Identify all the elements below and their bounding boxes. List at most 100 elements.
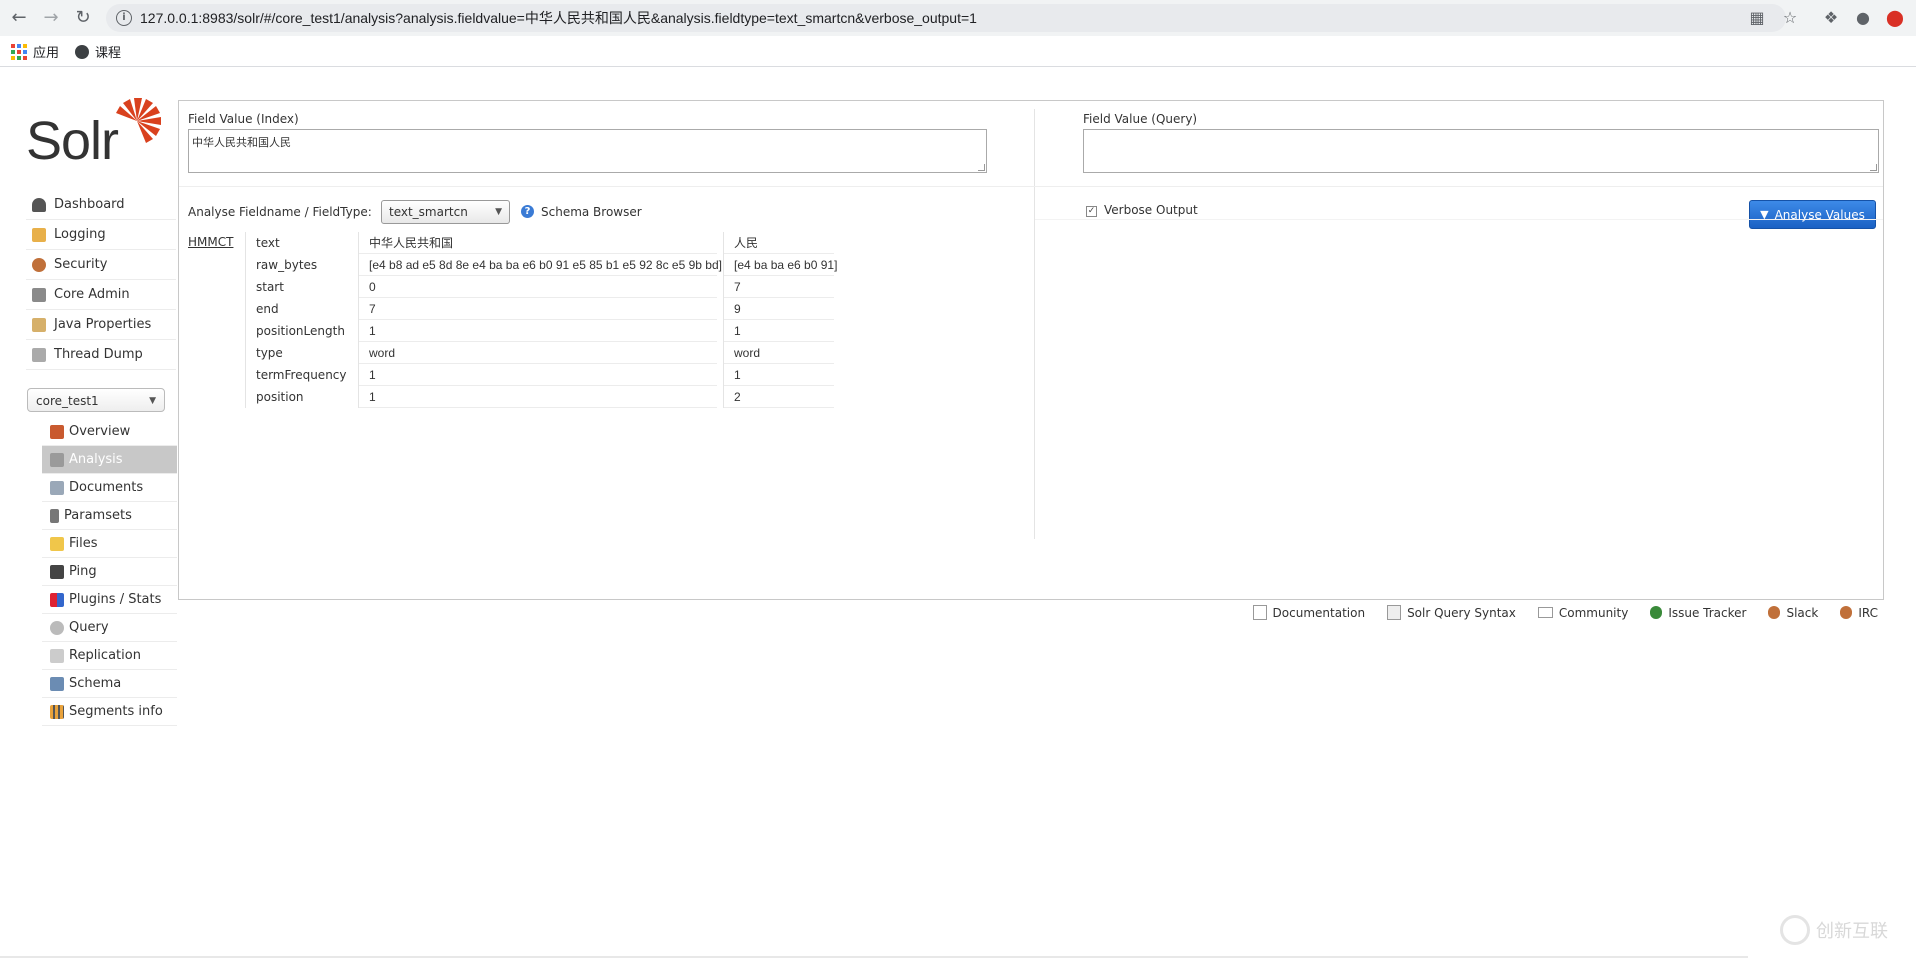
core-menu-schema[interactable]: Schema (42, 670, 177, 698)
core-menu-label: Paramsets (64, 508, 132, 523)
token-cell: 中华人民共和国 (359, 232, 717, 254)
home-icon (50, 424, 64, 439)
funnel-icon (50, 452, 64, 467)
watermark: 创新互联 (1780, 915, 1888, 945)
page-bottom-border (0, 956, 1748, 958)
core-menu-label: Plugins / Stats (69, 592, 162, 607)
schema-browser-link[interactable]: Schema Browser (541, 205, 642, 219)
star-icon[interactable]: ☆ (1781, 9, 1799, 27)
translate-icon[interactable]: ▦ (1748, 9, 1766, 27)
globe-icon (75, 44, 89, 59)
menu-item-security[interactable]: Security (26, 250, 176, 280)
replication-icon (50, 648, 64, 663)
site-info-icon[interactable]: i (116, 10, 132, 26)
help-icon[interactable]: ? (521, 205, 534, 218)
core-selector[interactable]: core_test1 ▼ (27, 388, 165, 412)
url-text: 127.0.0.1:8983/solr/#/core_test1/analysi… (140, 10, 977, 26)
core-admin-icon (32, 287, 46, 302)
footer-link-irc[interactable]: IRC (1840, 605, 1878, 620)
token-cell: 1 (724, 320, 834, 342)
attr-name: end (256, 302, 279, 316)
core-menu-label: Replication (69, 648, 141, 663)
dashboard-icon (32, 197, 46, 212)
separator (179, 186, 1883, 187)
attr-name: start (256, 280, 284, 294)
core-menu-overview[interactable]: Overview (42, 418, 177, 446)
community-icon (1537, 607, 1553, 618)
footer-link-label: Solr Query Syntax (1407, 605, 1516, 620)
documentation-icon (1252, 605, 1267, 620)
menu-item-label: Security (54, 257, 108, 272)
core-menu-plugins[interactable]: Plugins / Stats (42, 586, 177, 614)
attr-name: termFrequency (256, 368, 347, 382)
menu-item-core-admin[interactable]: Core Admin (26, 280, 176, 310)
irc-icon (1840, 606, 1853, 619)
bookmark-apps[interactable]: 应用 (11, 42, 59, 61)
query-syntax-icon (1387, 605, 1402, 620)
menu-item-logging[interactable]: Logging (26, 220, 176, 250)
menu-item-dashboard[interactable]: Dashboard (26, 190, 176, 220)
core-menu-label: Overview (69, 424, 131, 439)
browser-toolbar: ← → ↻ i 127.0.0.1:8983/solr/#/core_test1… (0, 0, 1916, 36)
index-field-label: Field Value (Index) (188, 112, 299, 126)
bookmark-course[interactable]: 课程 (75, 42, 121, 61)
core-menu-files[interactable]: Files (42, 530, 177, 558)
footer-link-slack[interactable]: Slack (1768, 605, 1818, 620)
footer-link-label: Community (1558, 605, 1629, 620)
analyse-values-button[interactable]: ▼ Analyse Values (1749, 200, 1876, 229)
verbose-output-checkbox[interactable]: ✓ (1086, 206, 1097, 217)
thread-dump-icon (32, 347, 46, 362)
footer-link-label: IRC (1858, 605, 1878, 620)
query-value-textarea[interactable] (1083, 129, 1879, 173)
token-cell: word (359, 342, 717, 364)
attr-name: positionLength (256, 324, 345, 338)
core-menu-analysis[interactable]: Analysis (42, 446, 177, 474)
footer-link-community[interactable]: Community (1537, 605, 1629, 620)
core-menu-label: Schema (69, 676, 122, 691)
menu-item-thread-dump[interactable]: Thread Dump (26, 340, 176, 370)
footer-link-issue-tracker[interactable]: Issue Tracker (1650, 605, 1746, 620)
index-value-textarea[interactable]: 中华人民共和国人民 (188, 129, 987, 173)
core-menu-query[interactable]: Query (42, 614, 177, 642)
fieldtype-select-value: text_smartcn (389, 205, 468, 219)
separator (1035, 219, 1883, 220)
core-menu-segments[interactable]: Segments info (42, 698, 177, 726)
menu-item-label: Core Admin (54, 287, 130, 302)
core-menu-label: Analysis (69, 452, 123, 467)
token-cell: 1 (724, 364, 834, 386)
fieldtype-label: Analyse Fieldname / FieldType: (188, 205, 372, 219)
core-selector-value: core_test1 (36, 394, 99, 408)
extensions-icon[interactable]: ❖ (1822, 9, 1840, 27)
watermark-logo-icon (1780, 915, 1810, 945)
update-alert-icon[interactable]: ⬤ (1886, 9, 1904, 27)
attr-name: text (256, 236, 280, 250)
token-cell: 7 (359, 298, 717, 320)
solr-logo[interactable]: Solr (26, 96, 161, 171)
core-menu-ping[interactable]: Ping (42, 558, 177, 586)
core-menu-label: Ping (69, 564, 97, 579)
chevron-down-icon: ▼ (149, 396, 156, 406)
bookmarks-bar: 应用 课程 (0, 36, 1916, 67)
token-cell: word (724, 342, 834, 364)
forward-arrow-icon[interactable]: → (40, 7, 62, 29)
java-properties-icon (32, 317, 46, 332)
reload-icon[interactable]: ↻ (72, 7, 94, 29)
address-bar[interactable]: i 127.0.0.1:8983/solr/#/core_test1/analy… (106, 4, 1786, 32)
menu-item-label: Thread Dump (54, 347, 143, 362)
query-field-label: Field Value (Query) (1083, 112, 1198, 126)
menu-item-java-properties[interactable]: Java Properties (26, 310, 176, 340)
profile-icon[interactable]: ● (1854, 9, 1872, 27)
footer-link-documentation[interactable]: Documentation (1252, 605, 1365, 620)
tokenizer-name[interactable]: HMMCT (188, 235, 233, 249)
folder-icon (50, 536, 64, 551)
core-menu-paramsets[interactable]: Paramsets (42, 502, 177, 530)
token-cell: 9 (724, 298, 834, 320)
core-menu-documents[interactable]: Documents (42, 474, 177, 502)
footer-link-query-syntax[interactable]: Solr Query Syntax (1387, 605, 1516, 620)
documents-icon (50, 480, 64, 495)
fieldtype-select[interactable]: text_smartcn ▼ (381, 200, 510, 224)
watermark-text: 创新互联 (1816, 921, 1888, 942)
back-arrow-icon[interactable]: ← (8, 7, 30, 29)
bookmark-label: 应用 (33, 45, 60, 60)
core-menu-replication[interactable]: Replication (42, 642, 177, 670)
